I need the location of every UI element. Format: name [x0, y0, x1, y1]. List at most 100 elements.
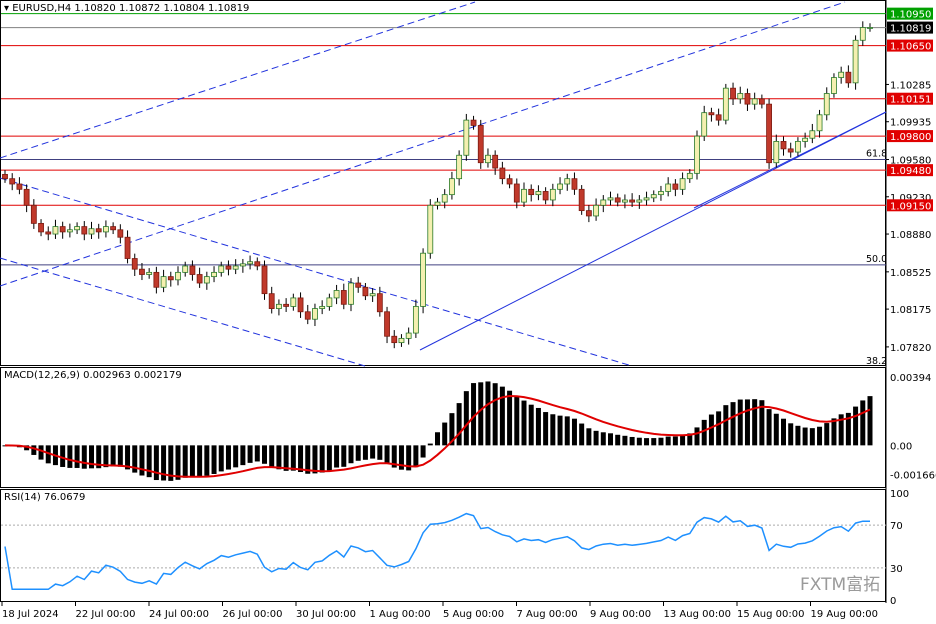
bear-candle	[225, 265, 232, 270]
macd-bar	[269, 445, 275, 468]
bull-candle	[160, 276, 167, 288]
fib-level-label: 38.2	[866, 356, 887, 367]
rsi-tick-label: 0	[890, 596, 896, 607]
macd-bar	[60, 445, 66, 467]
bull-candle	[218, 265, 225, 273]
bear-candle	[340, 290, 347, 305]
trading-chart: 0.00394 0.00 -0.001666 100 70 30 0 1.10285 1.0…	[0, 0, 936, 620]
date-label: 22 Jul 00:00	[76, 609, 136, 620]
macd-bar	[262, 445, 267, 464]
macd-bar	[622, 435, 628, 446]
macd-bar	[499, 386, 505, 446]
macd-bar	[211, 445, 217, 474]
bull-candle	[420, 252, 426, 307]
bear-candle	[131, 258, 138, 270]
macd-bar	[182, 445, 188, 478]
bear-candle	[355, 282, 362, 288]
macd-bar	[139, 445, 145, 476]
bull-candle	[427, 204, 434, 254]
macd-bar	[744, 399, 750, 446]
bull-candle	[564, 178, 571, 185]
bear-candle	[542, 191, 549, 201]
macd-bar	[225, 445, 231, 470]
macd-bar	[435, 432, 440, 446]
macd-bar	[276, 445, 282, 470]
bull-candle	[600, 199, 607, 206]
macd-bar	[362, 445, 368, 460]
macd-bar	[507, 390, 513, 446]
date-axis: 18 Jul 2024 22 Jul 00:00 24 Jul 00:00 26 Ju…	[1, 602, 878, 620]
bull-candle	[607, 197, 614, 201]
bull-candle	[66, 229, 73, 233]
bear-candle	[477, 125, 484, 164]
macd-bar	[146, 445, 152, 478]
bear-candle	[614, 197, 621, 203]
bear-candle	[304, 311, 311, 320]
macd-bar	[189, 445, 195, 477]
macd-bar	[110, 445, 116, 467]
macd-bar	[831, 418, 837, 446]
date-label: 19 Aug 00:00	[811, 609, 878, 620]
macd-bar	[103, 445, 109, 468]
rsi-tick-label: 30	[890, 564, 903, 575]
price-tick-label: 1.08175	[890, 305, 931, 316]
bear-candle	[117, 229, 124, 238]
price-tick-label: 1.10285	[890, 80, 931, 91]
macd-bar	[413, 445, 419, 468]
macd-bar	[543, 412, 549, 446]
bull-candle	[665, 183, 672, 192]
bull-candle	[232, 265, 239, 270]
macd-bar	[860, 400, 866, 446]
bull-candle	[175, 271, 181, 281]
bear-candle	[571, 178, 578, 190]
bear-candle	[45, 231, 52, 235]
bull-candle	[485, 154, 491, 164]
bear-candle	[578, 188, 585, 212]
symbol-title: ▾ EURUSD,H4 1.10820 1.10872 1.10804 1.10…	[4, 3, 249, 14]
trend-line	[419, 111, 887, 351]
macd-bar	[752, 399, 758, 446]
macd-bar	[326, 445, 332, 471]
bull-candle	[348, 282, 354, 305]
bull-candle	[52, 226, 59, 235]
rsi-tick-label: 100	[890, 489, 909, 500]
date-label: 18 Jul 2024	[2, 609, 59, 620]
date-label: 30 Jul 00:00	[296, 609, 356, 620]
bear-candle	[9, 178, 16, 185]
bull-candle	[859, 27, 866, 41]
bull-candle	[549, 188, 556, 201]
bear-candle	[384, 311, 390, 337]
macd-bar	[716, 411, 722, 446]
bear-candle	[506, 178, 513, 185]
macd-bar	[701, 419, 707, 446]
bull-candle	[650, 194, 657, 199]
bull-candle	[247, 261, 253, 265]
macd-bar	[535, 407, 541, 446]
date-label: 15 Aug 00:00	[737, 609, 804, 620]
macd-bar	[514, 396, 520, 446]
bull-candle	[816, 114, 823, 132]
macd-bar	[298, 445, 304, 473]
bear-candle	[261, 265, 268, 295]
macd-tick-label: 0.00394	[890, 373, 931, 384]
macd-bar	[672, 436, 678, 446]
bear-candle	[730, 87, 736, 100]
macd-bar	[492, 383, 498, 446]
bear-candle	[124, 236, 131, 259]
price-tag-label: 1.10650	[890, 42, 931, 53]
bull-candle	[88, 228, 95, 235]
date-label: 5 Aug 00:00	[443, 609, 504, 620]
bull-candle	[867, 27, 873, 29]
macd-bar	[38, 445, 44, 460]
bull-candle	[658, 191, 664, 196]
price-tick-label: 1.09935	[890, 118, 931, 129]
macd-bar	[665, 436, 671, 446]
bull-candle	[369, 293, 376, 297]
bull-candle	[852, 39, 859, 84]
bull-candle	[319, 306, 326, 309]
bull-candle	[679, 178, 686, 190]
macd-bar	[723, 405, 729, 446]
bull-candle	[290, 297, 297, 307]
macd-bar	[341, 445, 347, 467]
macd-bar	[247, 445, 253, 463]
